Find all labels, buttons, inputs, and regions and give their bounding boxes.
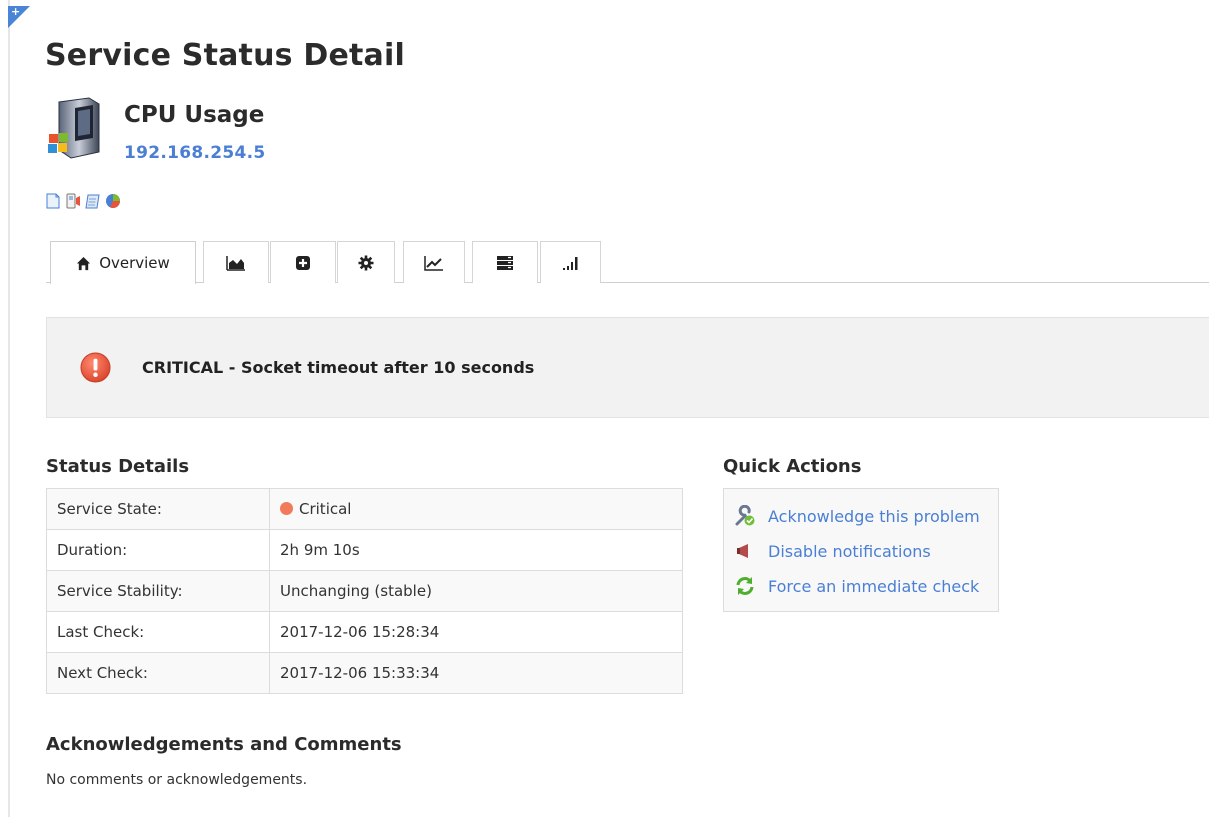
row-value: 2017-12-06 15:33:34 bbox=[269, 652, 683, 694]
status-details-heading: Status Details bbox=[46, 456, 190, 477]
tab-list[interactable] bbox=[472, 241, 538, 283]
tab-overview[interactable]: Overview bbox=[50, 241, 196, 284]
critical-dot-icon bbox=[280, 502, 293, 515]
table-row: Next Check: 2017-12-06 15:33:34 bbox=[46, 652, 683, 694]
megaphone-mute-icon bbox=[737, 544, 748, 558]
tab-graph[interactable] bbox=[203, 241, 269, 283]
service-name: CPU Usage bbox=[124, 102, 265, 128]
tab-signal[interactable] bbox=[540, 241, 601, 283]
page-title: Service Status Detail bbox=[45, 38, 405, 73]
row-label: Service State: bbox=[46, 488, 270, 530]
status-details-table: Service State: Critical Duration: 2h 9m … bbox=[46, 488, 683, 694]
comments-heading: Acknowledgements and Comments bbox=[46, 734, 402, 755]
wrench-check-icon bbox=[735, 505, 755, 526]
refresh-icon bbox=[736, 577, 754, 595]
plus-square-icon bbox=[296, 255, 310, 270]
server-icon bbox=[48, 97, 100, 159]
service-state-value: Critical bbox=[299, 500, 352, 518]
force-check-link[interactable]: Force an immediate check bbox=[768, 577, 979, 596]
plus-icon[interactable]: + bbox=[8, 6, 30, 28]
row-label: Last Check: bbox=[46, 611, 270, 653]
left-rule bbox=[8, 0, 10, 817]
tab-add[interactable] bbox=[270, 241, 336, 283]
pie-chart-icon[interactable] bbox=[104, 192, 122, 210]
notes-icon[interactable] bbox=[84, 192, 102, 210]
quick-actions-box: Acknowledge this problem Disable notific… bbox=[723, 488, 999, 612]
signal-bars-icon bbox=[562, 256, 577, 270]
area-chart-icon bbox=[226, 255, 245, 271]
tab-bar: Overview bbox=[46, 241, 1209, 284]
tab-settings[interactable] bbox=[337, 241, 395, 283]
row-value: Critical bbox=[269, 488, 683, 530]
disable-notifications-action[interactable]: Disable notifications bbox=[734, 540, 931, 562]
line-chart-icon bbox=[424, 255, 443, 271]
phone-icon[interactable] bbox=[64, 192, 82, 210]
plus-glyph: + bbox=[11, 5, 21, 18]
row-value: Unchanging (stable) bbox=[269, 570, 683, 612]
quick-actions-heading: Quick Actions bbox=[723, 456, 862, 477]
row-label: Duration: bbox=[46, 529, 270, 571]
tab-overview-label: Overview bbox=[99, 254, 170, 272]
acknowledge-action[interactable]: Acknowledge this problem bbox=[734, 505, 980, 527]
tab-trend[interactable] bbox=[403, 241, 465, 283]
row-label: Service Stability: bbox=[46, 570, 270, 612]
host-link[interactable]: 192.168.254.5 bbox=[124, 143, 266, 163]
force-check-action[interactable]: Force an immediate check bbox=[734, 575, 979, 597]
row-value: 2h 9m 10s bbox=[269, 529, 683, 571]
table-row: Last Check: 2017-12-06 15:28:34 bbox=[46, 611, 683, 653]
table-row: Service State: Critical bbox=[46, 488, 683, 530]
status-alert: CRITICAL - Socket timeout after 10 secon… bbox=[46, 317, 1209, 418]
gear-icon bbox=[358, 255, 374, 270]
acknowledge-link[interactable]: Acknowledge this problem bbox=[768, 507, 980, 526]
comments-text: No comments or acknowledgements. bbox=[46, 772, 308, 788]
critical-icon bbox=[80, 352, 111, 383]
table-row: Duration: 2h 9m 10s bbox=[46, 529, 683, 571]
list-icon bbox=[497, 255, 513, 270]
home-icon bbox=[77, 256, 91, 270]
mini-action-bar bbox=[44, 192, 122, 210]
row-value: 2017-12-06 15:28:34 bbox=[269, 611, 683, 653]
alert-message: CRITICAL - Socket timeout after 10 secon… bbox=[142, 358, 535, 377]
disable-notifications-link[interactable]: Disable notifications bbox=[768, 542, 931, 561]
table-row: Service Stability: Unchanging (stable) bbox=[46, 570, 683, 612]
row-label: Next Check: bbox=[46, 652, 270, 694]
document-icon[interactable] bbox=[44, 192, 62, 210]
